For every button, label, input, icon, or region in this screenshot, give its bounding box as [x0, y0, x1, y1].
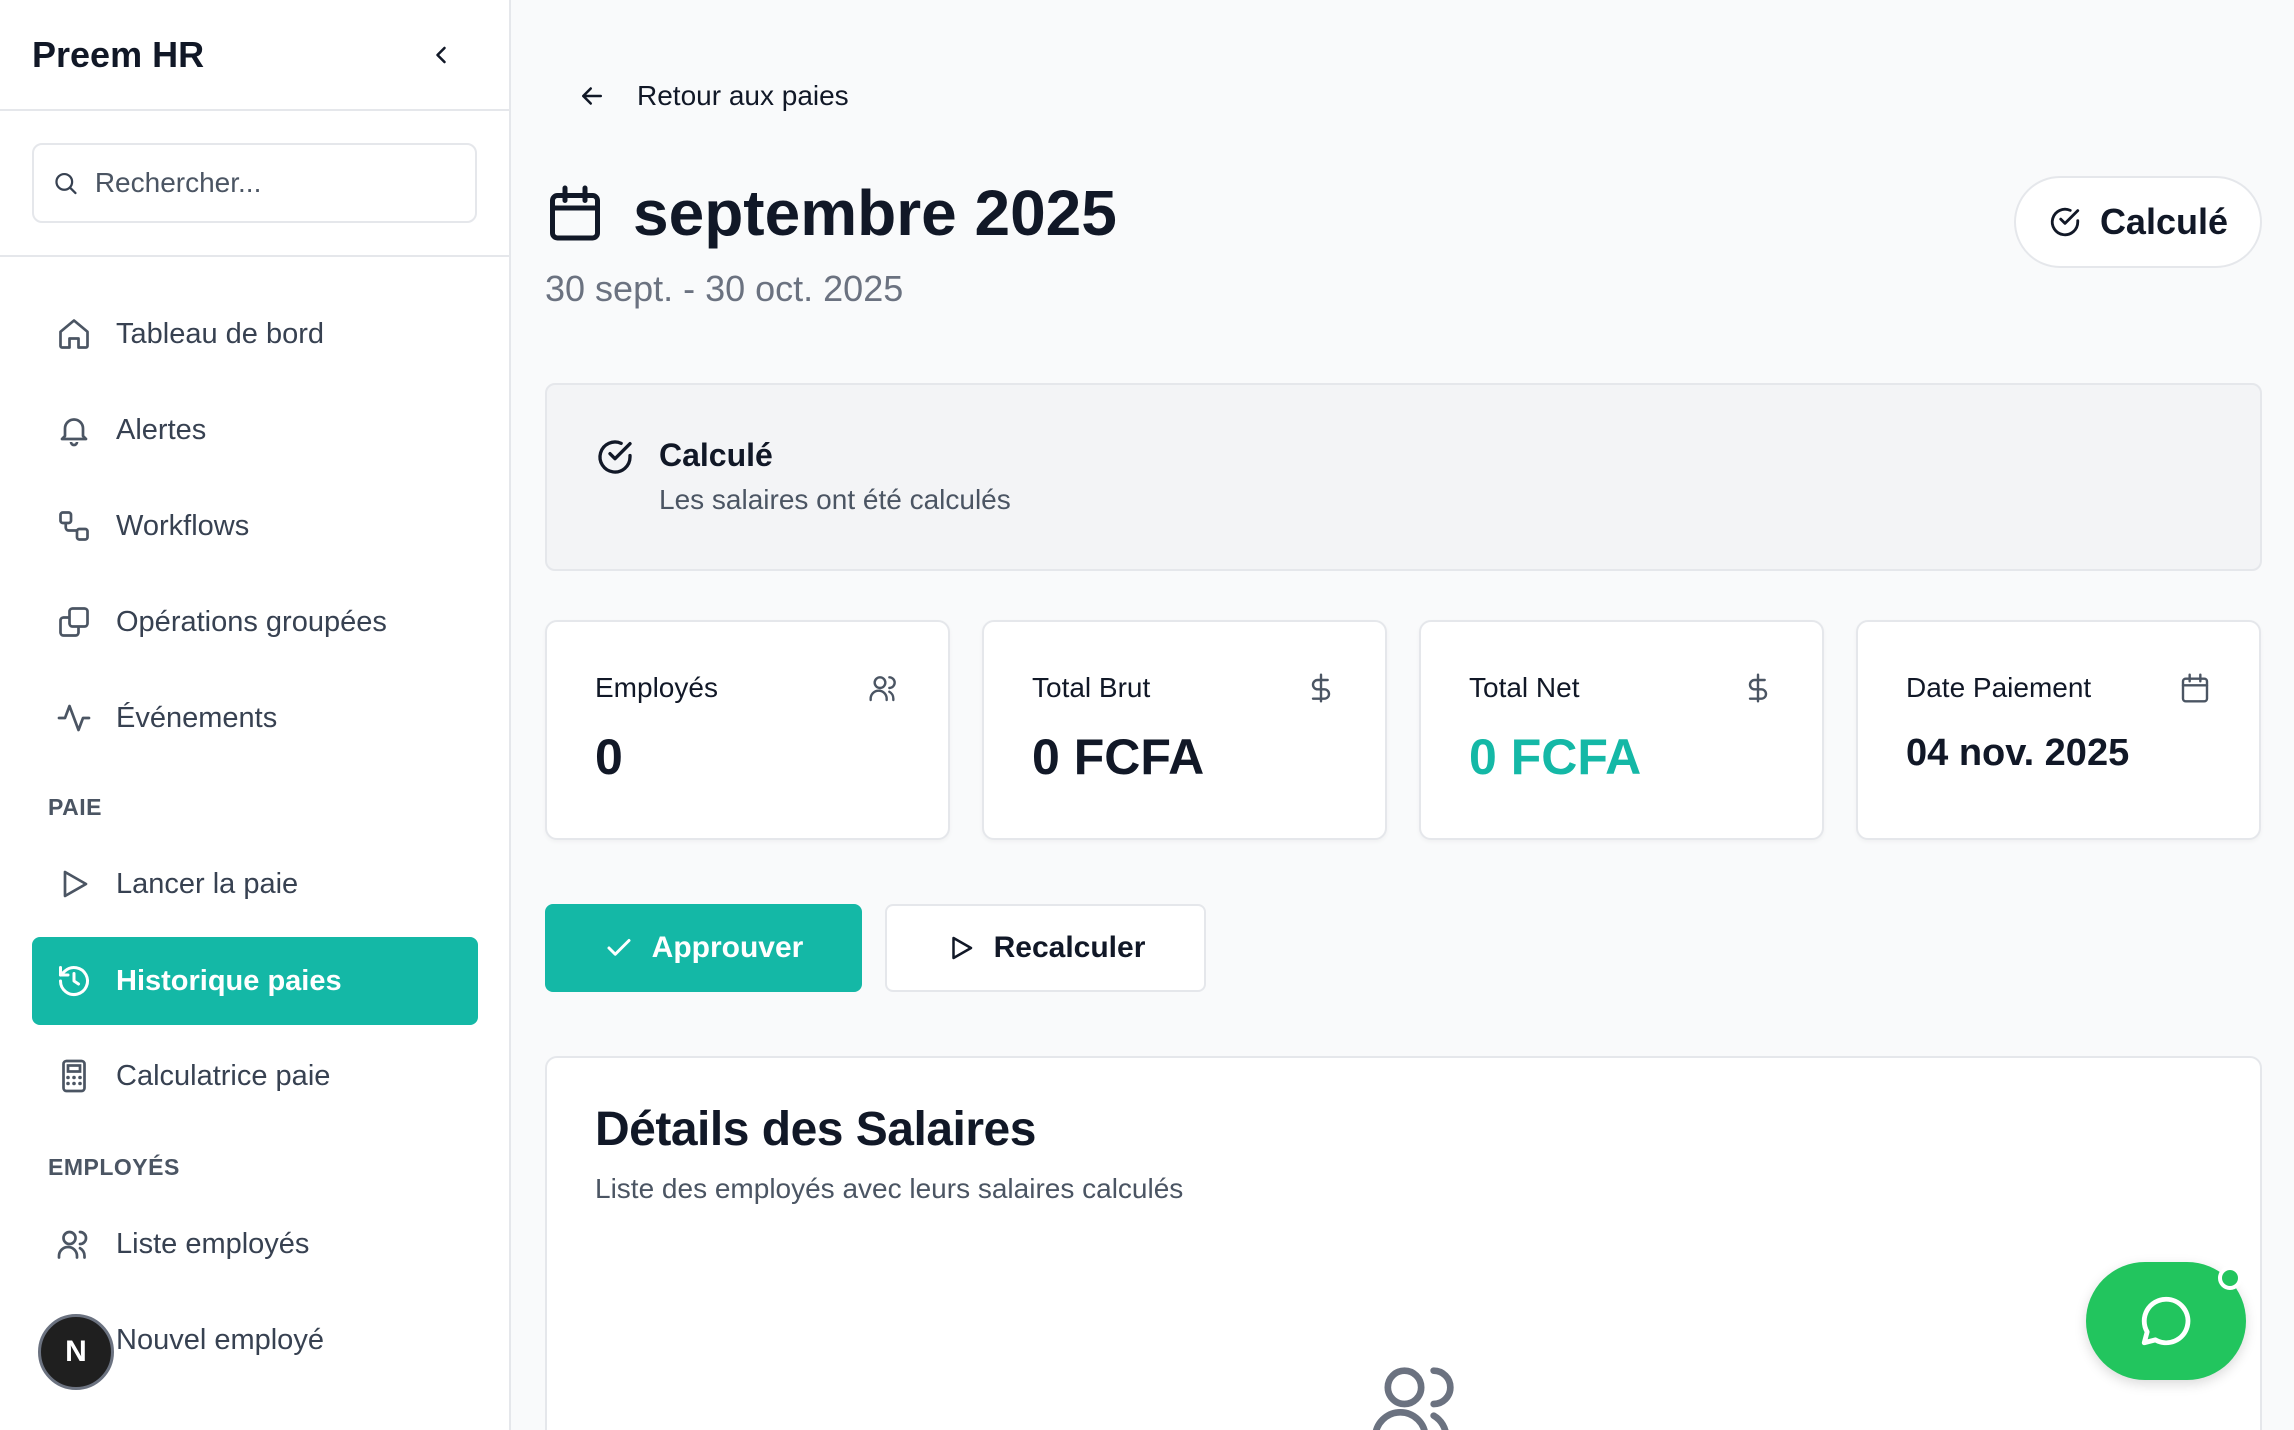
status-badge: Calculé — [2013, 176, 2262, 268]
sidebar-item-employee-list[interactable]: Liste employés — [32, 1200, 478, 1288]
sidebar-item-label: Calculatrice paie — [116, 1059, 331, 1092]
chat-bubble-icon — [2141, 1296, 2191, 1346]
sidebar-item-label: Nouvel employé — [116, 1323, 324, 1356]
payment-date-card: Date Paiement 04 nov. 2025 — [1856, 620, 2261, 840]
users-icon — [57, 1230, 88, 1259]
workflow-icon — [59, 511, 89, 541]
sidebar-item-label: Opérations groupées — [116, 605, 387, 638]
chevron-left-icon — [436, 46, 446, 63]
sidebar-item-label: Tableau de bord — [116, 317, 324, 350]
sidebar-item-run-payroll[interactable]: Lancer la paie — [32, 840, 478, 928]
recalculate-button-label: Recalculer — [993, 931, 1146, 964]
dollar-icon — [1311, 673, 1331, 703]
sidebar-item-payroll-history[interactable]: Historique paies — [32, 937, 478, 1025]
search-icon — [55, 172, 77, 195]
card-label: Total Brut — [1032, 672, 1151, 703]
sidebar-item-label: Alertes — [116, 413, 207, 446]
sidebar-item-payroll-calculator[interactable]: Calculatrice paie — [32, 1032, 478, 1120]
calendar-icon — [550, 185, 600, 241]
sidebar-item-bulk-operations[interactable]: Opérations groupées — [32, 578, 478, 666]
card-label: Employés — [595, 672, 718, 703]
chat-button[interactable] — [2086, 1262, 2246, 1380]
salary-details-panel: Détails des Salaires Liste des employés … — [545, 1056, 2262, 1430]
card-value: 0 FCFA — [1032, 729, 1205, 785]
period-range: 30 sept. - 30 oct. 2025 — [545, 268, 904, 309]
calendar-icon — [2181, 673, 2209, 703]
page-title-row: septembre 2025 — [545, 176, 1117, 250]
bell-icon — [60, 418, 88, 447]
gross-total-card: Total Brut 0 FCFA — [982, 620, 1387, 840]
notification-dot — [2218, 1266, 2242, 1290]
page-title: septembre 2025 — [633, 177, 1117, 249]
card-label: Date Paiement — [1906, 672, 2092, 703]
users-icon — [869, 676, 896, 702]
section-label-paie: PAIE — [48, 794, 102, 820]
employees-card: Employés 0 — [545, 620, 950, 840]
sidebar-header: Preem HR — [0, 0, 509, 111]
brand-name: Preem HR — [32, 33, 205, 75]
sidebar-item-dashboard[interactable]: Tableau de bord — [32, 290, 478, 378]
activity-icon — [57, 704, 91, 732]
dev-tools-avatar[interactable]: N — [38, 1314, 114, 1390]
net-total-card: Total Net 0 FCFA — [1419, 620, 1824, 840]
main-content: Retour aux paies septembre 2025 30 sept.… — [511, 0, 2294, 1430]
check-icon — [607, 939, 631, 956]
sidebar-item-workflows[interactable]: Workflows — [32, 482, 478, 570]
status-notice-title: Calculé — [659, 437, 773, 473]
dollar-icon — [1748, 673, 1768, 703]
card-header: Employés — [595, 672, 900, 704]
sidebar-item-label: Événements — [116, 701, 278, 734]
sidebar-item-alerts[interactable]: Alertes — [32, 386, 478, 474]
card-label: Total Net — [1469, 672, 1580, 703]
status-notice: Calculé Les salaires ont été calculés — [545, 383, 2262, 571]
sidebar-item-events[interactable]: Événements — [32, 674, 478, 762]
sidebar-item-label: Historique paies — [116, 964, 342, 997]
check-circle-icon — [598, 440, 632, 474]
salary-details-title: Détails des Salaires — [595, 1103, 1036, 1156]
card-header: Total Net — [1469, 672, 1774, 704]
check-circle-icon — [2050, 207, 2080, 237]
sidebar-item-label: Lancer la paie — [116, 867, 299, 900]
collapse-sidebar-button[interactable] — [423, 37, 459, 73]
copy-icon — [59, 607, 89, 637]
recalculate-button[interactable]: Recalculer — [885, 904, 1206, 992]
card-value: 0 — [595, 729, 623, 785]
sidebar-item-label: Workflows — [116, 509, 250, 542]
summary-cards: Employés 0 Total Brut 0 FCFA Total Net 0… — [545, 620, 2262, 840]
play-icon — [951, 936, 972, 960]
card-value: 04 nov. 2025 — [1906, 732, 2130, 774]
sidebar-item-label: Liste employés — [116, 1227, 310, 1260]
approve-button-label: Approuver — [651, 931, 804, 964]
sidebar: Preem HR Tableau de bord Alertes Workflo… — [0, 0, 511, 1430]
card-value: 0 FCFA — [1469, 729, 1642, 785]
approve-button[interactable]: Approuver — [545, 904, 862, 992]
card-header: Total Brut — [1032, 672, 1337, 704]
status-notice-text: Calculé Les salaires ont été calculés — [659, 437, 1011, 516]
section-label-employes: EMPLOYÉS — [48, 1154, 180, 1180]
users-icon — [1373, 1367, 1454, 1430]
search-container — [0, 111, 509, 257]
home-icon — [59, 319, 89, 349]
back-link-label: Retour aux paies — [637, 80, 849, 111]
back-link[interactable]: Retour aux paies — [577, 80, 849, 112]
search-input[interactable] — [94, 167, 457, 199]
search-box — [32, 143, 477, 223]
arrow-left-icon — [582, 87, 602, 105]
calculator-icon — [62, 1059, 86, 1093]
history-icon — [59, 966, 89, 997]
card-header: Date Paiement — [1906, 672, 2211, 704]
status-badge-label: Calculé — [2099, 201, 2228, 242]
status-notice-description: Les salaires ont été calculés — [659, 484, 1011, 515]
play-icon — [63, 870, 88, 898]
salary-details-description: Liste des employés avec leurs salaires c… — [595, 1173, 1184, 1204]
